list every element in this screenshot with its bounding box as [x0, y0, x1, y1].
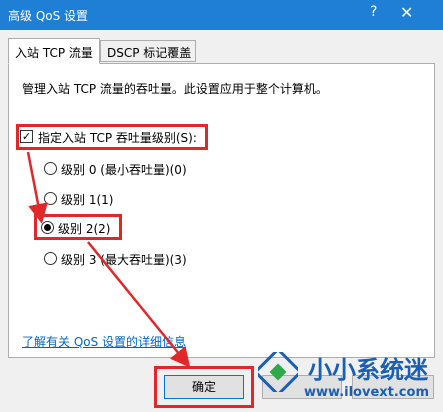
radio-label-level-2[interactable]: 级别 2(2) [58, 220, 110, 237]
throughput-checkbox[interactable]: ✓ [20, 130, 33, 143]
watermark-logo-icon [258, 352, 298, 392]
ok-button[interactable]: 确定 [164, 375, 244, 399]
window-title: 高级 QoS 设置 [8, 9, 89, 23]
help-icon[interactable]: ? [370, 4, 377, 20]
radio-level-3[interactable] [44, 252, 57, 265]
title-bar: 高级 QoS 设置 ? ✕ [0, 0, 443, 30]
watermark-url: www.ilovext.com [304, 385, 429, 400]
description-text: 管理入站 TCP 流量的吞吐量。此设置应用于整个计算机。 [22, 82, 328, 96]
checkbox-label[interactable]: 指定入站 TCP 吞吐量级别(S): [38, 129, 197, 146]
tab-panel [8, 63, 435, 358]
radio-label-level-1[interactable]: 级别 1(1) [61, 191, 113, 208]
close-icon[interactable]: ✕ [400, 3, 413, 22]
radio-label-level-0[interactable]: 级别 0 (最小吞吐量)(0) [61, 161, 187, 178]
tab-inbound-tcp[interactable]: 入站 TCP 流量 [8, 38, 100, 64]
radio-level-2[interactable] [41, 221, 54, 234]
radio-level-0[interactable] [44, 162, 57, 175]
radio-level-1[interactable] [44, 192, 57, 205]
radio-label-level-3[interactable]: 级别 3 (最大吞吐量)(3) [61, 251, 187, 268]
tab-dscp[interactable]: DSCP 标记覆盖 [100, 40, 196, 62]
qos-help-link[interactable]: 了解有关 QoS 设置的详细信息 [22, 333, 186, 350]
watermark-name: 小小系统迷 [308, 356, 428, 384]
